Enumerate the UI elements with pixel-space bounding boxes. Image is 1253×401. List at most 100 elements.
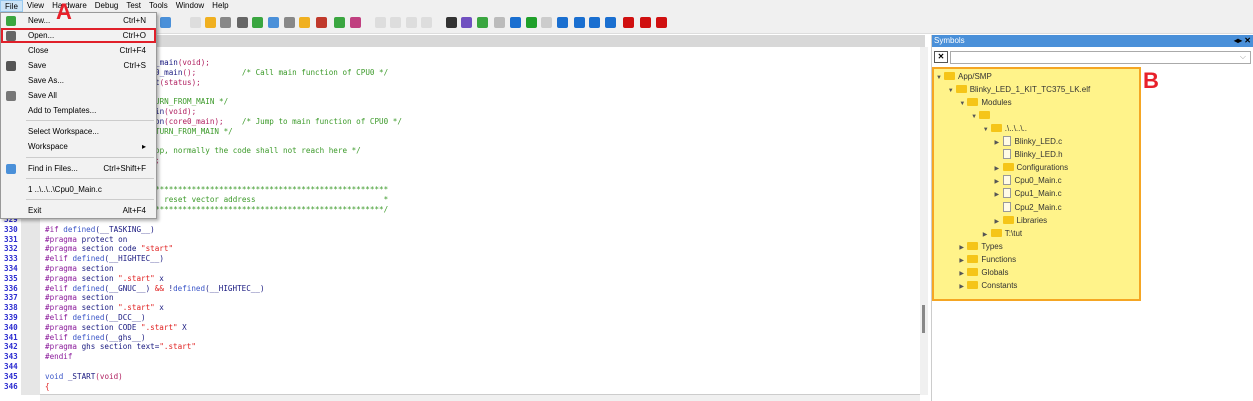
- flag-icon[interactable]: [299, 17, 310, 28]
- breakpoint-window-icon[interactable]: [640, 17, 651, 28]
- file-menu-exit[interactable]: Exit Alt+F4: [1, 204, 156, 218]
- code-token: defined: [63, 224, 96, 234]
- code-token: (__TASKING__): [95, 224, 155, 234]
- editor-vertical-scrollbar[interactable]: [920, 47, 928, 395]
- scroll-thumb[interactable]: [922, 305, 925, 333]
- run-icon[interactable]: [526, 17, 537, 28]
- collapsed-arrow-icon[interactable]: ▶: [995, 216, 1003, 228]
- tree-node[interactable]: ▼ .\..\..\..: [983, 123, 1027, 135]
- collapsed-arrow-icon[interactable]: ▶: [959, 281, 967, 293]
- target-icon[interactable]: [220, 17, 231, 28]
- tree-node[interactable]: ▶ T:\tut: [983, 228, 1022, 240]
- menu-test[interactable]: Test: [122, 0, 145, 12]
- tree-node[interactable]: ▶ Cpu1_Main.c: [995, 188, 1062, 200]
- tree-node-label: T:\tut: [1004, 228, 1023, 238]
- symbol-filter-input[interactable]: ⌵: [950, 51, 1251, 64]
- inspect-icon[interactable]: [268, 17, 279, 28]
- find-icon[interactable]: [160, 17, 171, 28]
- disabled-icon[interactable]: [190, 17, 201, 28]
- tree-node[interactable]: ▶ Globals: [959, 267, 1009, 280]
- tree-node[interactable]: ▶ Configurations: [995, 162, 1068, 175]
- tree-node[interactable]: ▼ App/SMP: [936, 71, 992, 83]
- file-menu-select-workspace[interactable]: Select Workspace...: [1, 125, 156, 139]
- file-menu-new[interactable]: New... Ctrl+N: [1, 14, 156, 28]
- tree-node[interactable]: ▼: [971, 110, 993, 122]
- registers-icon[interactable]: [316, 17, 327, 28]
- chevron-down-icon[interactable]: ⌵: [1240, 52, 1246, 62]
- expanded-arrow-icon[interactable]: ▼: [983, 124, 991, 136]
- tree-node[interactable]: ▶ Cpu0_Main.c: [995, 175, 1062, 187]
- folder-icon[interactable]: [205, 17, 216, 28]
- reset-icon[interactable]: [510, 17, 521, 28]
- watch-icon[interactable]: [237, 17, 248, 28]
- flash2-icon[interactable]: [390, 17, 401, 28]
- download-icon[interactable]: [252, 17, 263, 28]
- stop-icon[interactable]: [541, 17, 552, 28]
- collapsed-arrow-icon[interactable]: ▶: [959, 268, 967, 280]
- expanded-arrow-icon[interactable]: ▼: [948, 85, 956, 97]
- tree-node[interactable]: ▶ Blinky_LED.c: [995, 136, 1062, 149]
- menu-help[interactable]: Help: [208, 0, 232, 12]
- editor-horizontal-scrollbar[interactable]: [40, 394, 920, 401]
- collapsed-arrow-icon[interactable]: ▶: [959, 242, 967, 254]
- menu-view[interactable]: View: [23, 0, 48, 12]
- file-menu-close[interactable]: Close Ctrl+F4: [1, 44, 156, 58]
- tree-node-label: Cpu0_Main.c: [1014, 176, 1062, 186]
- breakpoint-settings-icon[interactable]: [656, 17, 667, 28]
- collapsed-arrow-icon[interactable]: ▶: [995, 163, 1003, 175]
- connect2-icon[interactable]: [461, 17, 472, 28]
- collapsed-arrow-icon[interactable]: ▶: [995, 137, 1003, 149]
- tree-node[interactable]: Cpu2_Main.c: [995, 201, 1062, 214]
- tree-node[interactable]: Blinky_LED.h: [995, 149, 1063, 161]
- step-out-icon[interactable]: [589, 17, 600, 28]
- expanded-arrow-icon[interactable]: ▼: [959, 98, 967, 110]
- collapsed-arrow-icon[interactable]: ▶: [983, 229, 991, 241]
- toolbar: [0, 12, 1253, 34]
- tree-node-label: Modules: [981, 98, 1012, 108]
- tree-node[interactable]: ▶ Functions: [959, 254, 1016, 266]
- memory-icon[interactable]: [284, 17, 295, 28]
- file-menu-find-in-files[interactable]: Find in Files... Ctrl+Shift+F: [1, 162, 156, 176]
- tree-node[interactable]: ▼ Modules: [959, 97, 1012, 110]
- panel-pin-close-buttons[interactable]: ◂▸ ✕: [1234, 35, 1251, 47]
- menu-file[interactable]: File: [0, 0, 23, 12]
- clear-filter-button[interactable]: ✕: [934, 51, 948, 63]
- tree-node[interactable]: ▶ Libraries: [995, 215, 1047, 228]
- collapsed-arrow-icon[interactable]: ▶: [995, 176, 1003, 188]
- breakpoint-icon[interactable]: [623, 17, 634, 28]
- code-token: section CODE: [81, 322, 142, 332]
- flash-icon[interactable]: [375, 17, 386, 28]
- file-menu-add-to-templates[interactable]: Add to Templates...: [1, 104, 156, 118]
- code-token: defined: [72, 283, 105, 293]
- step-return-icon[interactable]: [605, 17, 616, 28]
- trace-icon[interactable]: [350, 17, 361, 28]
- menu-item-shortcut: Ctrl+Shift+F: [103, 164, 146, 173]
- folder-icon: [967, 267, 979, 276]
- attach-icon[interactable]: [477, 17, 488, 28]
- code-token: ();: [182, 67, 197, 77]
- menu-tools[interactable]: Tools: [145, 0, 172, 12]
- step-over-icon[interactable]: [574, 17, 585, 28]
- collapsed-arrow-icon[interactable]: ▶: [959, 255, 967, 267]
- file-menu-workspace[interactable]: Workspace ▸: [1, 140, 156, 154]
- expanded-arrow-icon[interactable]: ▼: [971, 111, 979, 123]
- settings-icon[interactable]: [494, 17, 505, 28]
- tree-node[interactable]: ▶ Types: [959, 241, 1003, 254]
- step-into-icon[interactable]: [557, 17, 568, 28]
- collapsed-arrow-icon[interactable]: ▶: [995, 189, 1003, 201]
- file-menu-1-cpu0-main-c[interactable]: 1 ..\..\..\Cpu0_Main.c: [1, 183, 156, 197]
- expanded-arrow-icon[interactable]: ▼: [936, 72, 944, 84]
- menu-item-shortcut: Ctrl+N: [123, 16, 146, 25]
- menu-debug[interactable]: Debug: [91, 0, 123, 12]
- flash4-icon[interactable]: [421, 17, 432, 28]
- file-menu-save-all[interactable]: Save All: [1, 89, 156, 103]
- code-text: #elif defined(__GNUC__) && !defined(__HI…: [45, 284, 265, 294]
- flash3-icon[interactable]: [406, 17, 417, 28]
- file-menu-save[interactable]: Save Ctrl+S: [1, 59, 156, 73]
- tree-node[interactable]: ▼ Blinky_LED_1_KIT_TC375_LK.elf: [948, 84, 1090, 97]
- file-menu-save-as[interactable]: Save As...: [1, 74, 156, 88]
- tree-node[interactable]: ▶ Constants: [959, 280, 1017, 292]
- connect-icon[interactable]: [446, 17, 457, 28]
- run-to-icon[interactable]: [334, 17, 345, 28]
- menu-window[interactable]: Window: [172, 0, 208, 12]
